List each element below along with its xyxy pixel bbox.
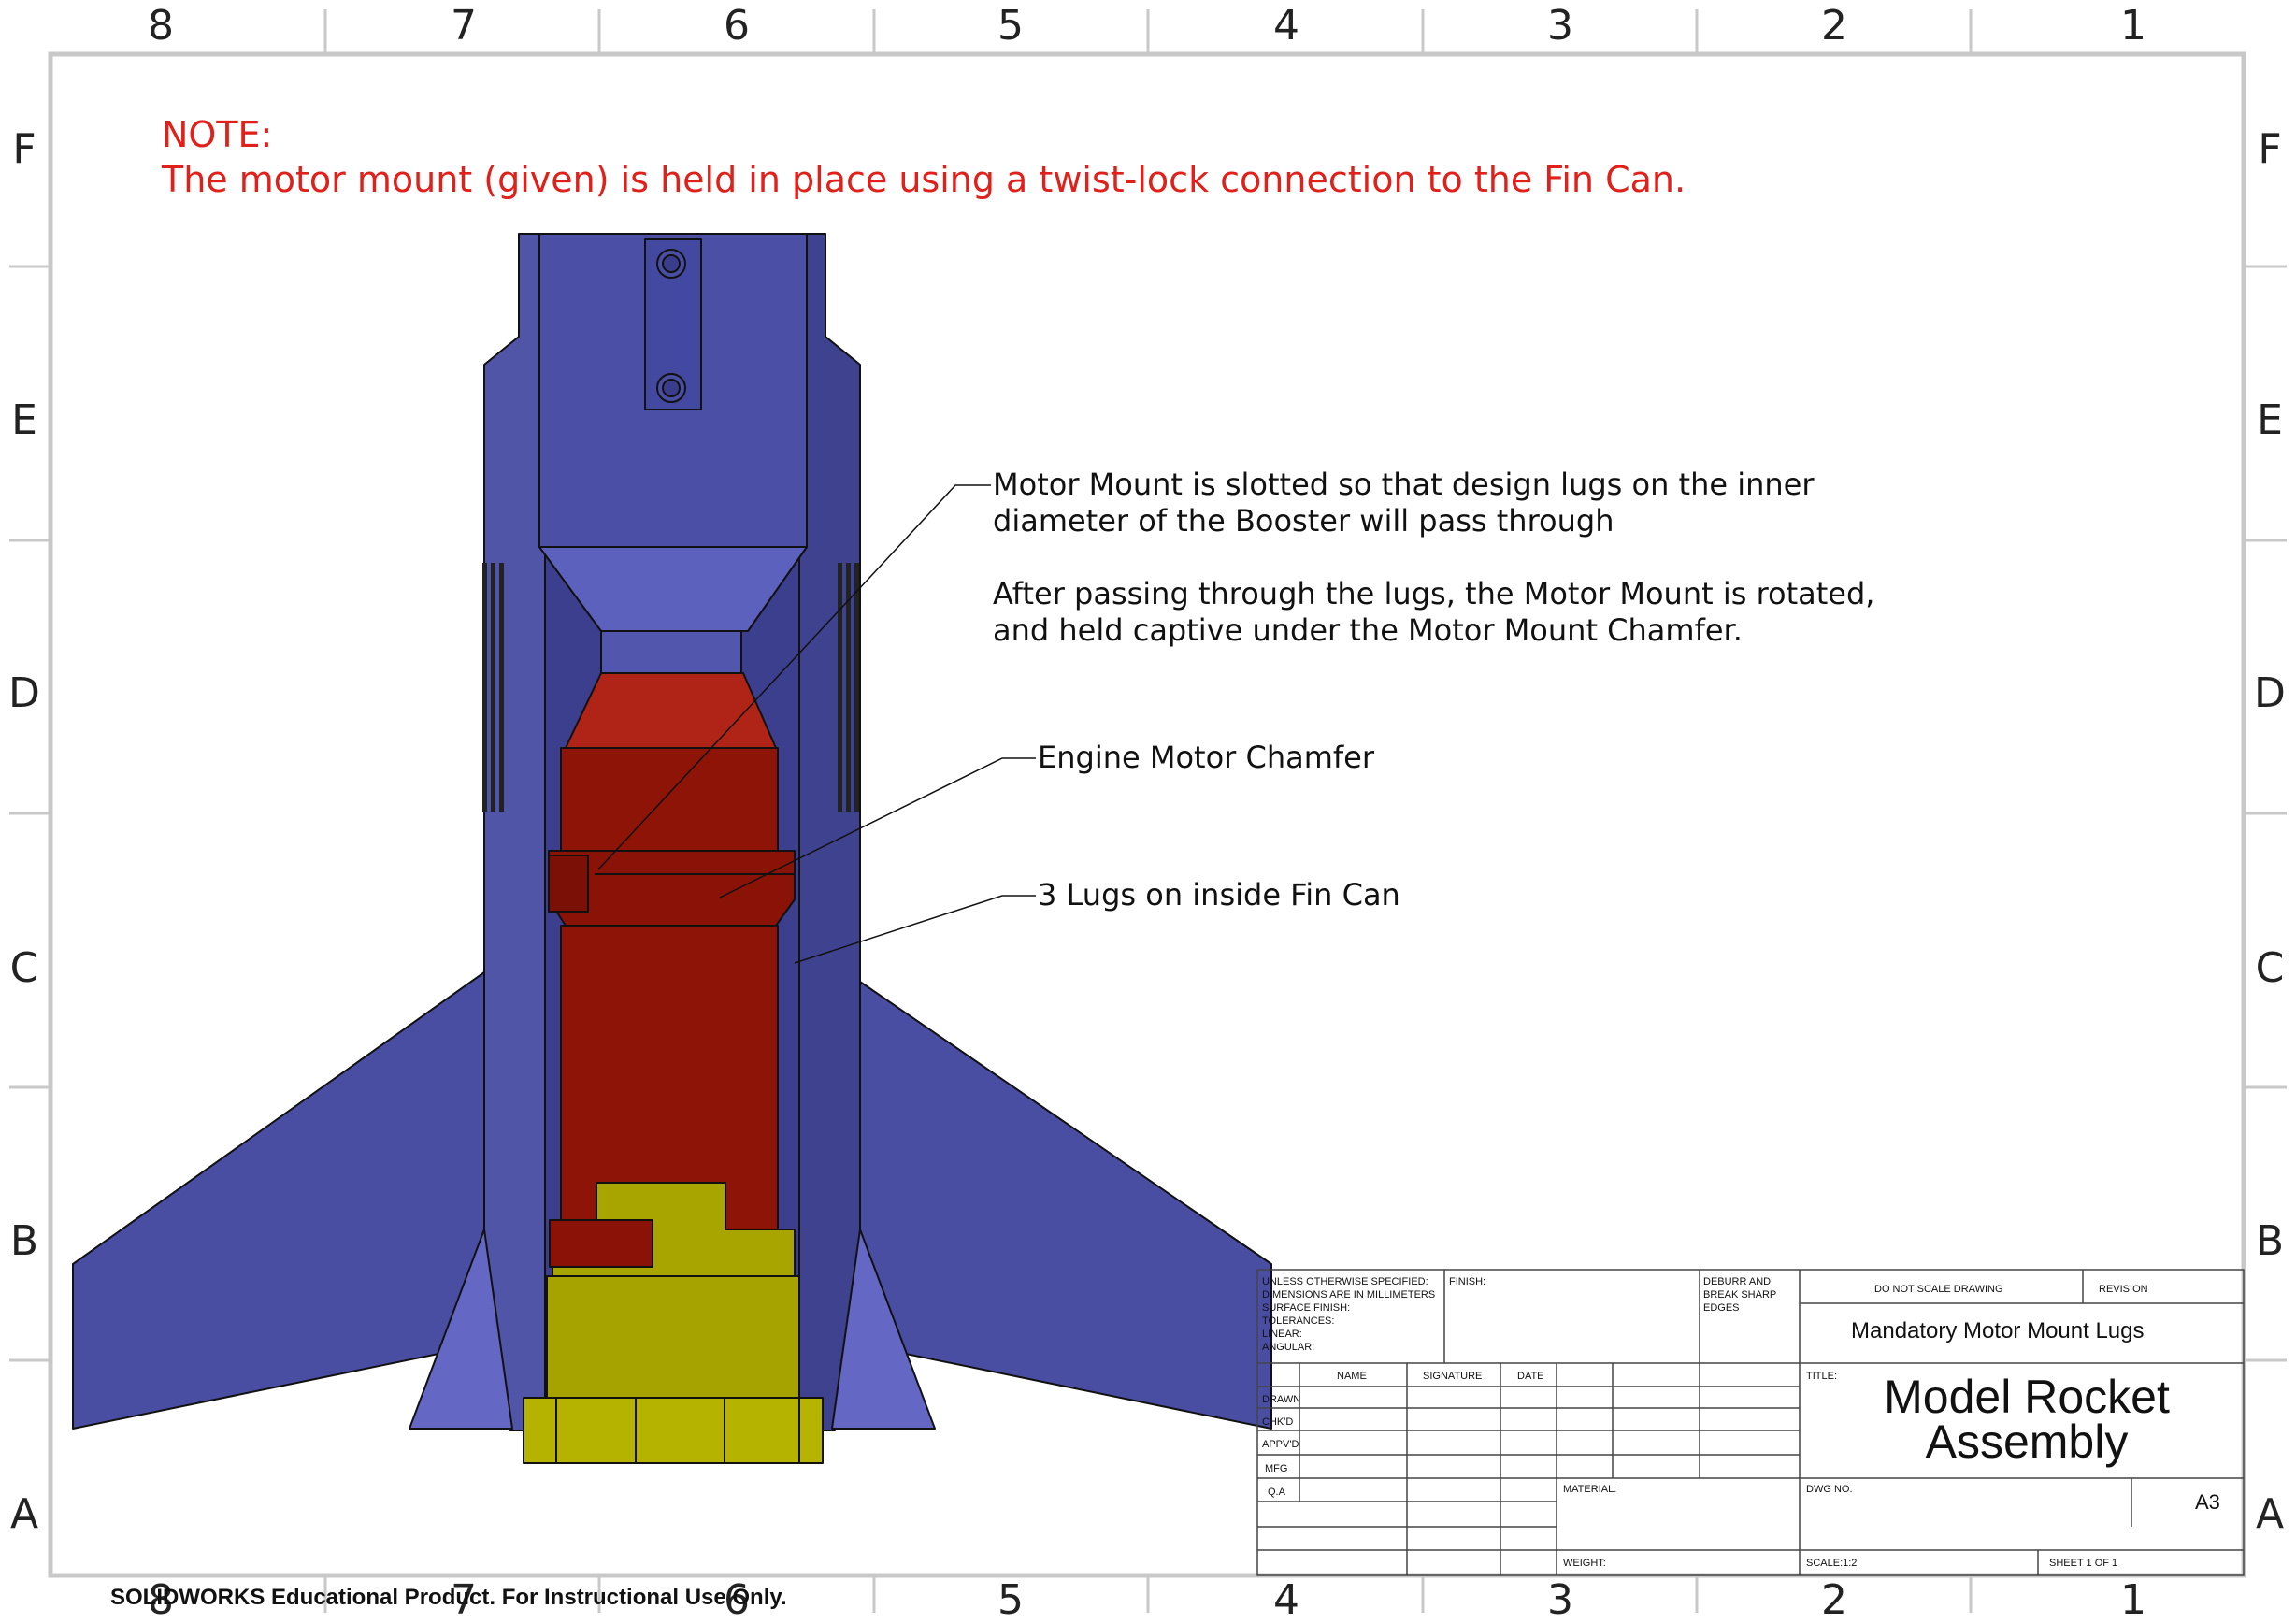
tb-subtitle: Mandatory Motor Mount Lugs [1851, 1318, 2145, 1344]
zone-col-3-top: 3 [1547, 2, 1573, 50]
zone-row-c-left: C [9, 944, 39, 992]
tb-scale: SCALE:1:2 [1806, 1558, 1858, 1569]
tb-row-drawn: DRAWN [1262, 1394, 1301, 1405]
tb-deburr-2: EDGES [1703, 1302, 1740, 1314]
zone-row-f-left: F [12, 125, 36, 173]
zone-col-3-bottom: 3 [1547, 1576, 1573, 1624]
tb-sheet: SHEET 1 OF 1 [2049, 1558, 2118, 1569]
zone-col-2-bottom: 2 [1821, 1576, 1847, 1624]
tb-unless-4: LINEAR: [1262, 1329, 1302, 1340]
zone-row-f-right: F [2258, 125, 2282, 173]
zone-row-a-right: A [2255, 1490, 2285, 1538]
tb-revision: REVISION [2099, 1284, 2148, 1295]
tb-title-line1: Model Rocket [1884, 1371, 2170, 1423]
zone-row-b-left: B [9, 1217, 39, 1265]
tb-deburr-0: DEBURR AND [1703, 1276, 1772, 1287]
zone-row-c-right: C [2255, 944, 2285, 992]
tb-row-qa: Q.A [1268, 1487, 1285, 1498]
zone-row-e-right: E [2257, 396, 2283, 444]
tb-row-mfg: MFG [1265, 1463, 1288, 1474]
slot-hole-top-inner [662, 254, 681, 273]
callout-motor-mount-line1: Motor Mount is slotted so that design lu… [993, 467, 1815, 502]
engine-upper-chamfer [565, 672, 777, 749]
zone-row-a-left: A [9, 1490, 39, 1538]
tb-dwg-no: DWG NO. [1806, 1484, 1853, 1495]
zone-row-d-left: D [8, 669, 40, 717]
retainer-base [523, 1397, 824, 1464]
zone-row-d-right: D [2254, 669, 2286, 717]
left-fin [72, 971, 485, 1430]
tb-unless-0: UNLESS OTHERWISE SPECIFIED: [1262, 1276, 1428, 1287]
tb-unless-2: SURFACE FINISH: [1262, 1302, 1351, 1314]
zone-col-7-top: 7 [451, 2, 477, 50]
zone-row-b-right: B [2255, 1217, 2285, 1265]
note-text: The motor mount (given) is held in place… [162, 159, 1686, 200]
zone-col-1-bottom: 1 [2120, 1576, 2146, 1624]
callout-motor-mount-line4: and held captive under the Motor Mount C… [993, 612, 1743, 648]
zone-col-4-bottom: 4 [1273, 1576, 1299, 1624]
tb-material: MATERIAL: [1563, 1484, 1617, 1495]
tb-title-line2: Assembly [1925, 1416, 2129, 1468]
tb-do-not-scale: DO NOT SCALE DRAWING [1874, 1284, 2003, 1295]
tb-weight: WEIGHT: [1563, 1558, 1606, 1569]
note-heading: NOTE: [162, 114, 273, 155]
zone-col-8-top: 8 [148, 2, 174, 50]
tb-unless-1: DIMENSIONS ARE IN MILLIMETERS [1262, 1289, 1436, 1301]
slot-hole-bottom-inner [662, 379, 681, 397]
retainer-main [546, 1275, 800, 1399]
zone-col-5-bottom: 5 [997, 1576, 1024, 1624]
zone-col-5-top: 5 [997, 2, 1024, 50]
zone-col-2-top: 2 [1821, 2, 1847, 50]
callout-engine-chamfer: Engine Motor Chamfer [1038, 740, 1374, 775]
left-vent [482, 563, 504, 812]
tb-deburr-1: BREAK SHARP [1703, 1289, 1777, 1301]
retainer-red-lug [549, 1219, 653, 1268]
tb-row-chkd: CHK'D [1262, 1416, 1294, 1428]
rocket-section-view [72, 233, 1272, 1464]
tb-col-date: DATE [1517, 1371, 1544, 1382]
tb-unless-3: TOLERANCES: [1262, 1315, 1335, 1327]
solidworks-watermark: SOLIDWORKS Educational Product. For Inst… [110, 1585, 787, 1610]
engine-upper-body [560, 747, 779, 852]
tb-col-signature: SIGNATURE [1423, 1371, 1483, 1382]
tb-size: A3 [2195, 1490, 2220, 1514]
engine-lug-left [548, 855, 589, 913]
fin-can-left-wall [483, 233, 546, 1431]
zone-col-1-top: 1 [2120, 2, 2146, 50]
callout-motor-mount-line3: After passing through the lugs, the Moto… [993, 576, 1875, 611]
tb-row-appvd: APPV'D [1262, 1439, 1299, 1450]
mount-neck [600, 630, 742, 674]
callout-lugs: 3 Lugs on inside Fin Can [1038, 877, 1400, 913]
zone-row-e-left: E [11, 396, 37, 444]
tb-col-name: NAME [1337, 1371, 1367, 1382]
zone-col-6-top: 6 [724, 2, 750, 50]
right-fin [859, 981, 1272, 1430]
tb-unless-5: ANGULAR: [1262, 1342, 1315, 1353]
tb-finish: FINISH: [1449, 1276, 1486, 1287]
zone-col-4-top: 4 [1273, 2, 1299, 50]
callout-motor-mount-line2: diameter of the Booster will pass throug… [993, 503, 1614, 539]
